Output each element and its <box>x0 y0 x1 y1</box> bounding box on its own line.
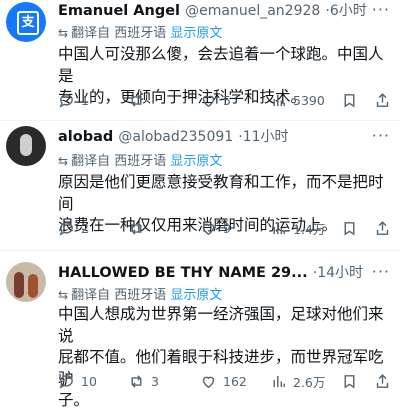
author-handle[interactable]: @alobad235091 <box>118 129 233 145</box>
view-count: 5390 <box>293 92 325 108</box>
tweet-1[interactable]: 支 Emanuel Angel @emanuel_an2928 ·6小时 ···… <box>0 0 400 118</box>
tweet-header: alobad @alobad235091 ·11小时 <box>58 126 400 148</box>
avatar-figure <box>20 134 32 156</box>
avatar[interactable] <box>6 262 46 302</box>
reply-icon <box>59 374 73 389</box>
like-icon <box>202 376 215 388</box>
like-icon <box>202 95 215 107</box>
show-original-link[interactable]: 显示原文 <box>170 26 222 41</box>
show-original-link[interactable]: 显示原文 <box>170 154 222 169</box>
view-count: 2.6万 <box>293 374 326 390</box>
share-icon <box>376 373 389 388</box>
tweet-line: 中国人可没那么傻，会去追着一个球跑。中国人是 <box>58 45 384 85</box>
views-icon <box>273 94 285 106</box>
translate-label: 翻译自 西班牙语 <box>71 154 167 169</box>
views-button[interactable]: 2.6万 <box>270 371 325 391</box>
reply-icon <box>59 93 73 108</box>
translation-note: ⇆ 翻译自 西班牙语 显示原文 <box>58 284 222 303</box>
timestamp[interactable]: ·6小时 <box>325 3 366 19</box>
share-button[interactable] <box>374 218 397 238</box>
tweet-line: 中国人想成为世界第一经济强国，足球对他们来说 <box>58 305 384 345</box>
retweet-icon <box>131 221 142 235</box>
views-icon <box>273 222 285 234</box>
reply-count: 1 <box>81 92 89 108</box>
author-name[interactable]: alobad <box>58 129 113 145</box>
tweet-text: 中国人想成为世界第一经济强国，足球对他们来说 屁都不值。他们着眼于科技进步，而世… <box>58 304 396 412</box>
divider <box>0 120 400 121</box>
translate-label: 翻译自 西班牙语 <box>71 26 167 41</box>
like-icon <box>202 223 215 235</box>
more-icon[interactable]: ··· <box>372 126 390 145</box>
retweet-count: 3 <box>151 373 159 389</box>
avatar[interactable] <box>6 126 46 166</box>
action-bar: 10 3 162 2.6万 <box>58 371 398 391</box>
share-icon <box>376 92 389 107</box>
translate-icon: ⇆ <box>58 288 69 302</box>
author-handle[interactable]: @emanuel_an2928 <box>185 3 320 19</box>
timestamp[interactable]: ·11小时 <box>238 129 288 145</box>
reply-count: 2 <box>81 220 89 236</box>
like-button[interactable]: 162 <box>200 371 247 391</box>
reply-button[interactable]: 2 <box>58 218 89 238</box>
retweet-button[interactable] <box>128 218 151 238</box>
retweet-icon <box>131 93 142 107</box>
bookmark-button[interactable] <box>341 218 364 238</box>
more-icon[interactable]: ··· <box>372 262 390 281</box>
like-count: 9 <box>223 220 231 236</box>
tweet-3[interactable]: HALLOWED BE THY NAME 29... ·14小时 ··· ⇆ 翻译… <box>0 258 400 409</box>
reply-icon <box>59 221 73 236</box>
share-button[interactable] <box>374 371 397 391</box>
like-button[interactable]: 5 <box>200 90 231 110</box>
translation-note: ⇆ 翻译自 西班牙语 显示原文 <box>58 150 222 169</box>
action-bar: 1 5 5390 <box>58 90 398 110</box>
tweet-header: Emanuel Angel @emanuel_an2928 ·6小时 <box>58 0 400 22</box>
bookmark-button[interactable] <box>341 371 364 391</box>
tweet-header: HALLOWED BE THY NAME 29... ·14小时 <box>58 262 400 284</box>
more-icon[interactable]: ··· <box>372 0 390 19</box>
reply-button[interactable]: 1 <box>58 90 89 110</box>
view-count: 1.4万 <box>293 221 326 237</box>
translate-icon: ⇆ <box>58 26 69 40</box>
tweet-line: 原因是他们更愿意接受教育和工作，而不是把时间 <box>58 173 384 213</box>
show-original-link[interactable]: 显示原文 <box>170 288 222 303</box>
like-count: 162 <box>223 373 247 389</box>
action-bar: 2 9 1.4万 <box>58 218 398 238</box>
tweet-2[interactable]: alobad @alobad235091 ·11小时 ··· ⇆ 翻译自 西班牙语… <box>0 124 400 248</box>
avatar-figure <box>14 272 24 298</box>
translate-label: 翻译自 西班牙语 <box>71 288 167 303</box>
translation-note: ⇆ 翻译自 西班牙语 显示原文 <box>58 22 222 41</box>
bookmark-icon <box>344 93 355 107</box>
bookmark-icon <box>344 374 355 388</box>
retweet-button[interactable]: 3 <box>128 371 159 391</box>
retweet-icon <box>131 374 142 388</box>
share-icon <box>376 220 389 235</box>
like-button[interactable]: 9 <box>200 218 231 238</box>
timestamp[interactable]: ·14小时 <box>313 265 363 281</box>
avatar[interactable]: 支 <box>6 2 46 42</box>
divider <box>0 250 400 251</box>
translate-icon: ⇆ <box>58 154 69 168</box>
views-icon <box>273 375 285 387</box>
retweet-button[interactable] <box>128 90 151 110</box>
author-name[interactable]: HALLOWED BE THY NAME 29... <box>58 265 308 281</box>
reply-button[interactable]: 10 <box>58 371 97 391</box>
views-button[interactable]: 5390 <box>270 90 325 110</box>
views-button[interactable]: 1.4万 <box>270 218 325 238</box>
bookmark-icon <box>344 221 355 235</box>
bookmark-button[interactable] <box>341 90 364 110</box>
like-count: 5 <box>223 92 231 108</box>
author-name[interactable]: Emanuel Angel <box>58 3 180 19</box>
alipay-logo: 支 <box>17 11 39 35</box>
tweet-line: 子。 <box>58 391 90 409</box>
share-button[interactable] <box>374 90 397 110</box>
reply-count: 10 <box>81 373 97 389</box>
avatar-figure <box>28 274 38 298</box>
